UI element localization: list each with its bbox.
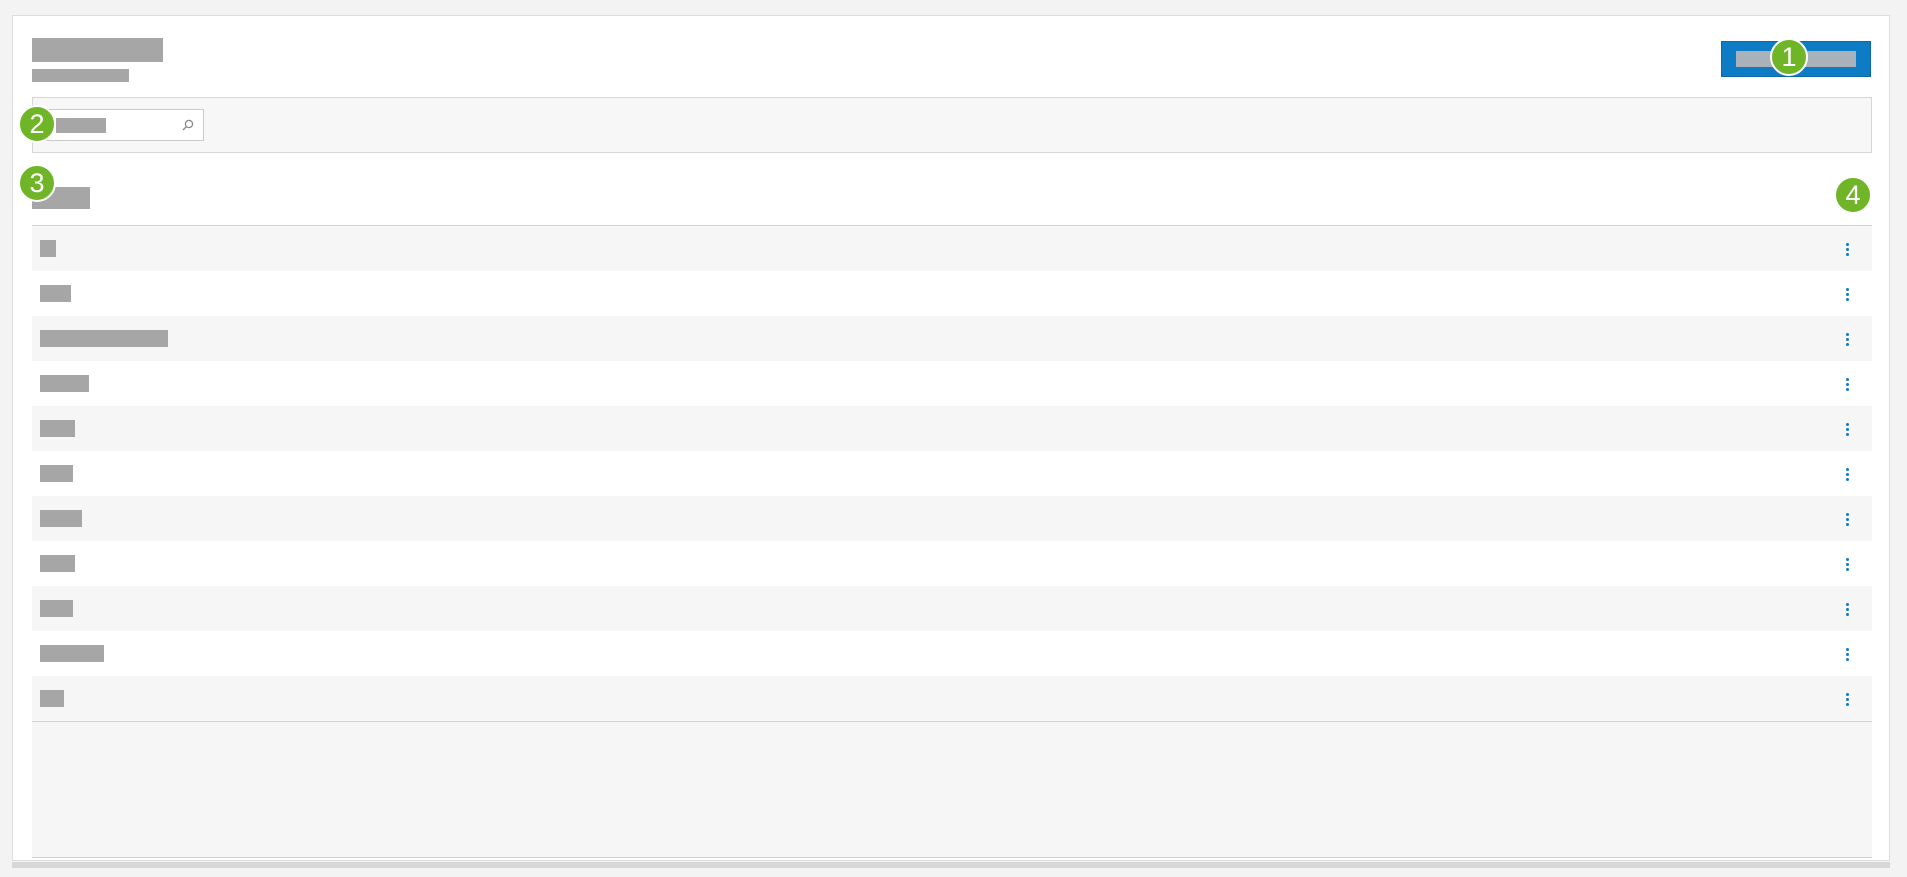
kebab-menu-icon[interactable]: [1838, 553, 1856, 575]
callout-badge-3: 3: [18, 164, 56, 202]
list-item-label: [40, 375, 89, 392]
search-icon[interactable]: [181, 118, 195, 132]
list-item[interactable]: [32, 631, 1872, 676]
list-item[interactable]: [32, 406, 1872, 451]
kebab-menu-icon[interactable]: [1838, 463, 1856, 485]
list-item-label: [40, 555, 75, 572]
list-item[interactable]: [32, 226, 1872, 271]
list-item[interactable]: [32, 541, 1872, 586]
list-item-label: [40, 690, 64, 707]
list-item-label: [40, 510, 82, 527]
search-input-placeholder: [56, 118, 106, 133]
horizontal-scrollbar[interactable]: [12, 862, 1890, 868]
kebab-menu-icon[interactable]: [1838, 688, 1856, 710]
kebab-menu-icon[interactable]: [1838, 598, 1856, 620]
list-item[interactable]: [32, 496, 1872, 541]
list-item[interactable]: [32, 271, 1872, 316]
list-item-label: [40, 285, 71, 302]
main-panel: [12, 15, 1890, 861]
list-item-label: [40, 600, 73, 617]
kebab-menu-icon[interactable]: [1838, 643, 1856, 665]
kebab-menu-icon[interactable]: [1838, 373, 1856, 395]
search-input[interactable]: [41, 109, 204, 141]
page-subtitle: [32, 69, 129, 82]
page-header: [32, 38, 163, 82]
list-item-label: [40, 645, 104, 662]
kebab-menu-icon[interactable]: [1838, 283, 1856, 305]
kebab-menu-icon[interactable]: [1838, 508, 1856, 530]
list-item[interactable]: [32, 586, 1872, 631]
list-item[interactable]: [32, 451, 1872, 496]
item-list: [32, 225, 1872, 721]
callout-badge-1: 1: [1770, 38, 1808, 76]
kebab-menu-icon[interactable]: [1838, 328, 1856, 350]
list-item-label: [40, 330, 168, 347]
list-item-label: [40, 465, 73, 482]
page-title: [32, 38, 163, 62]
kebab-menu-icon[interactable]: [1838, 418, 1856, 440]
kebab-menu-icon[interactable]: [1838, 238, 1856, 260]
list-empty-area: [32, 721, 1872, 858]
list-item[interactable]: [32, 361, 1872, 406]
list-item-label: [40, 420, 75, 437]
callout-badge-2: 2: [18, 105, 56, 143]
list-item[interactable]: [32, 676, 1872, 721]
filter-toolbar: [32, 97, 1872, 153]
list-item-label: [40, 240, 56, 257]
list-item[interactable]: [32, 316, 1872, 361]
callout-badge-4: 4: [1834, 176, 1872, 214]
